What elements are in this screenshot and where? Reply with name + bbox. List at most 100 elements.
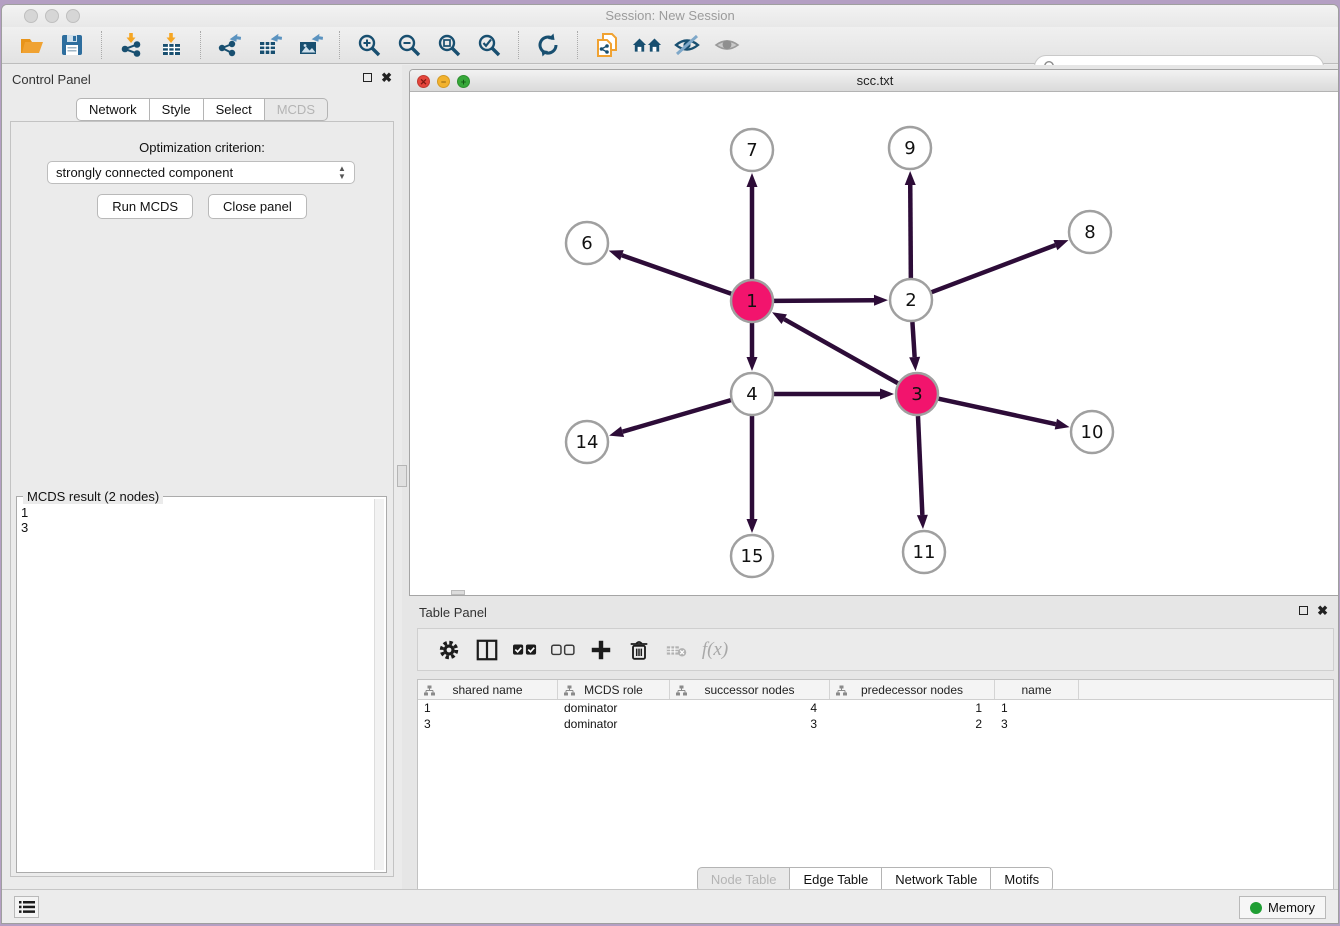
- tab-network[interactable]: Network: [76, 98, 150, 121]
- close-table-panel-icon[interactable]: ✖: [1317, 605, 1328, 616]
- column-header-successor-nodes[interactable]: successor nodes: [670, 680, 830, 699]
- main-toolbar: [2, 27, 1338, 64]
- cell-successor-nodes[interactable]: 3: [670, 716, 830, 732]
- run-mcds-button[interactable]: Run MCDS: [97, 194, 193, 219]
- column-header-predecessor-nodes[interactable]: predecessor nodes: [830, 680, 995, 699]
- column-header-mcds-role[interactable]: MCDS role: [558, 680, 670, 699]
- import-network-button[interactable]: [116, 30, 146, 60]
- cell-name[interactable]: 3: [995, 716, 1079, 732]
- graph-node-label: 15: [741, 546, 764, 567]
- edge-2-3[interactable]: [912, 322, 914, 357]
- edge-3-1[interactable]: [784, 319, 898, 383]
- criterion-value: strongly connected component: [56, 165, 233, 180]
- close-panel-button[interactable]: Close panel: [208, 194, 307, 219]
- network-graph[interactable]: 7968124314101511: [410, 92, 1339, 595]
- vertical-splitter-handle[interactable]: [397, 465, 407, 487]
- horizontal-splitter-handle[interactable]: [451, 590, 465, 595]
- eye-icon: [713, 32, 741, 58]
- table-settings-button[interactable]: [436, 637, 462, 663]
- cell-successor-nodes[interactable]: 4: [670, 700, 830, 716]
- apply-layout-button[interactable]: [533, 30, 563, 60]
- tab-mcds[interactable]: MCDS: [264, 98, 328, 121]
- column-header-name[interactable]: name: [995, 680, 1079, 699]
- zoom-in-icon: [356, 32, 383, 59]
- network-overview-button[interactable]: [632, 30, 662, 60]
- zoom-in-button[interactable]: [354, 30, 384, 60]
- hide-graphics-button[interactable]: [672, 30, 702, 60]
- mcds-result-title: MCDS result (2 nodes): [23, 489, 163, 504]
- graph-node-label: 2: [905, 290, 916, 311]
- memory-button[interactable]: Memory: [1239, 896, 1326, 919]
- tab-style[interactable]: Style: [149, 98, 204, 121]
- edge-3-11[interactable]: [918, 416, 922, 515]
- create-column-button[interactable]: [588, 637, 614, 663]
- table-row[interactable]: 3 dominator 3 2 3: [418, 716, 1333, 732]
- edge-3-10[interactable]: [938, 399, 1055, 424]
- plus-icon: [589, 638, 613, 662]
- edge-2-9[interactable]: [910, 185, 911, 278]
- network-window-titlebar[interactable]: ✕ − + scc.txt: [410, 70, 1339, 92]
- float-panel-icon[interactable]: [363, 73, 372, 82]
- toolbar-separator: [101, 31, 102, 59]
- mcds-result-text[interactable]: 1 3: [21, 505, 372, 868]
- edge-arrow-icon: [609, 426, 624, 437]
- close-panel-icon[interactable]: ✖: [381, 72, 392, 83]
- cell-name[interactable]: 1: [995, 700, 1079, 716]
- graph-node-label: 11: [913, 542, 936, 563]
- fx-icon: f(x): [702, 639, 728, 661]
- graph-node-label: 6: [581, 233, 592, 254]
- zoom-selected-button[interactable]: [474, 30, 504, 60]
- edge-2-8[interactable]: [932, 245, 1056, 292]
- attribute-icon: [676, 685, 687, 696]
- cell-shared-name[interactable]: 1: [418, 700, 558, 716]
- delete-table-icon: [665, 638, 689, 662]
- desktop: Session: New Session: [0, 0, 1340, 926]
- duplicate-network-button[interactable]: [592, 30, 622, 60]
- cell-mcds-role[interactable]: dominator: [558, 700, 670, 716]
- unselect-all-columns-button[interactable]: [550, 637, 576, 663]
- edge-arrow-icon: [874, 295, 888, 306]
- cell-shared-name[interactable]: 3: [418, 716, 558, 732]
- result-scrollbar[interactable]: [374, 499, 384, 870]
- criterion-select[interactable]: strongly connected component ▲▼: [47, 161, 355, 184]
- table-view-mode-button[interactable]: [474, 637, 500, 663]
- graph-node-label: 8: [1084, 222, 1095, 243]
- show-graphics-button[interactable]: [712, 30, 742, 60]
- tab-select[interactable]: Select: [203, 98, 265, 121]
- import-table-button[interactable]: [156, 30, 186, 60]
- import-table-icon: [158, 32, 184, 58]
- edge-4-14[interactable]: [623, 400, 731, 432]
- main-window: Session: New Session: [1, 4, 1339, 924]
- column-header-shared-name[interactable]: shared name: [418, 680, 558, 699]
- graph-node-label: 7: [746, 140, 757, 161]
- cell-mcds-role[interactable]: dominator: [558, 716, 670, 732]
- zoom-out-icon: [396, 32, 423, 59]
- delete-column-button[interactable]: [626, 637, 652, 663]
- attribute-icon: [564, 685, 575, 696]
- edge-1-6[interactable]: [622, 255, 731, 293]
- edge-arrow-icon: [917, 515, 928, 529]
- table-row[interactable]: 1 dominator 4 1 1: [418, 700, 1333, 716]
- cell-predecessor-nodes[interactable]: 2: [830, 716, 995, 732]
- attribute-icon: [836, 685, 847, 696]
- duplicate-network-icon: [594, 32, 621, 59]
- edge-arrow-icon: [609, 250, 624, 260]
- float-table-panel-icon[interactable]: [1299, 606, 1308, 615]
- function-builder-button-disabled: f(x): [702, 637, 728, 663]
- edge-1-2[interactable]: [774, 300, 874, 301]
- content-area: Control Panel ✖ Network Style Select MCD…: [2, 65, 1338, 889]
- edge-arrow-icon: [1053, 240, 1068, 250]
- export-network-button[interactable]: [215, 30, 245, 60]
- edge-arrow-icon: [772, 312, 787, 324]
- select-all-columns-button[interactable]: [512, 637, 538, 663]
- export-image-button[interactable]: [295, 30, 325, 60]
- edge-arrow-icon: [909, 357, 920, 371]
- zoom-fit-button[interactable]: [434, 30, 464, 60]
- export-table-button[interactable]: [255, 30, 285, 60]
- zoom-out-button[interactable]: [394, 30, 424, 60]
- table-panel-title: Table Panel: [419, 605, 487, 620]
- cell-predecessor-nodes[interactable]: 1: [830, 700, 995, 716]
- task-history-button[interactable]: [14, 896, 39, 918]
- save-session-button[interactable]: [57, 30, 87, 60]
- open-session-button[interactable]: [17, 30, 47, 60]
